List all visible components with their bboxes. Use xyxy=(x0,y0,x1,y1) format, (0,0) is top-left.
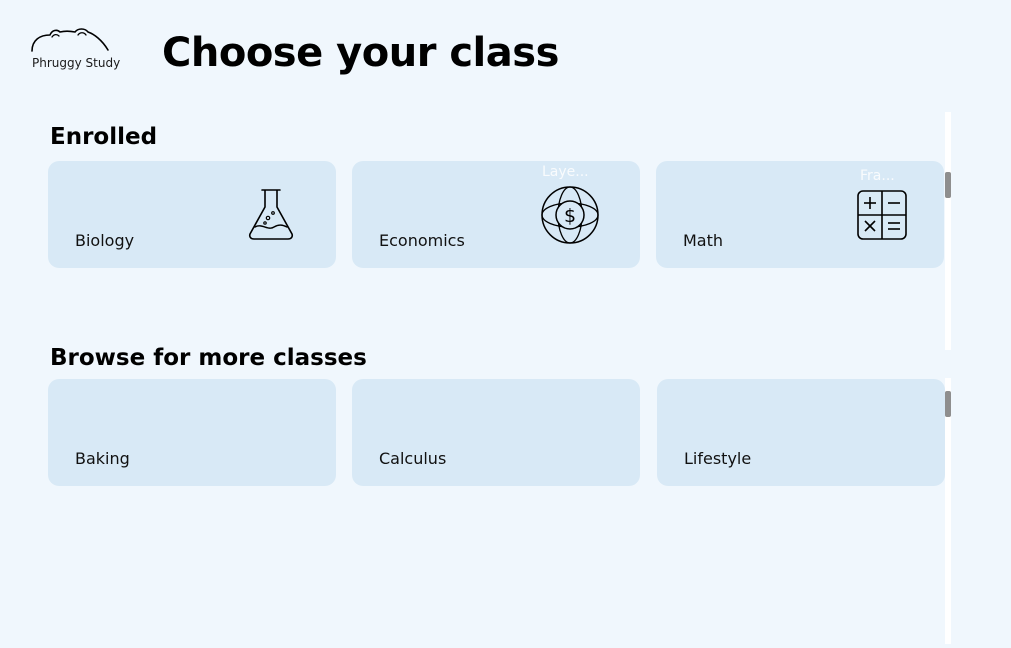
class-card-calculus[interactable]: Calculus xyxy=(352,379,640,486)
enrolled-scrollbar[interactable] xyxy=(945,112,951,350)
class-card-biology[interactable]: Biology xyxy=(48,161,336,268)
flask-icon xyxy=(248,189,294,240)
class-card-label: Math xyxy=(683,231,724,250)
class-card-baking[interactable]: Baking xyxy=(48,379,336,486)
class-card-label: Calculus xyxy=(379,449,447,468)
page-title: Choose your class xyxy=(162,30,559,76)
class-card-label: Economics xyxy=(379,231,465,250)
browse-scroll-thumb[interactable] xyxy=(945,391,951,417)
enrolled-card-row: Biology Economics $ Math xyxy=(48,161,946,268)
browse-scrollbar[interactable] xyxy=(945,378,951,644)
coin-dollar-icon: $ xyxy=(541,186,599,244)
frame-label: Fra... xyxy=(860,168,895,184)
class-card-math[interactable]: Math xyxy=(656,161,944,268)
frame-label: Laye... xyxy=(542,164,589,180)
browse-card-row: Baking Calculus Lifestyle xyxy=(48,379,946,486)
app-logo[interactable]: Phruggy Study xyxy=(30,26,120,72)
class-card-lifestyle[interactable]: Lifestyle xyxy=(657,379,945,486)
frog-outline-icon xyxy=(31,28,109,52)
enrolled-scroll-thumb[interactable] xyxy=(945,172,951,198)
calculator-icon xyxy=(857,190,907,240)
class-card-economics[interactable]: Economics $ xyxy=(352,161,640,268)
browse-section-title: Browse for more classes xyxy=(50,345,367,371)
class-card-label: Biology xyxy=(75,231,135,250)
class-card-label: Lifestyle xyxy=(684,449,752,468)
svg-text:$: $ xyxy=(564,205,576,227)
enrolled-section-title: Enrolled xyxy=(50,124,158,150)
logo-text: Phruggy Study xyxy=(32,56,121,70)
class-card-label: Baking xyxy=(75,449,130,468)
